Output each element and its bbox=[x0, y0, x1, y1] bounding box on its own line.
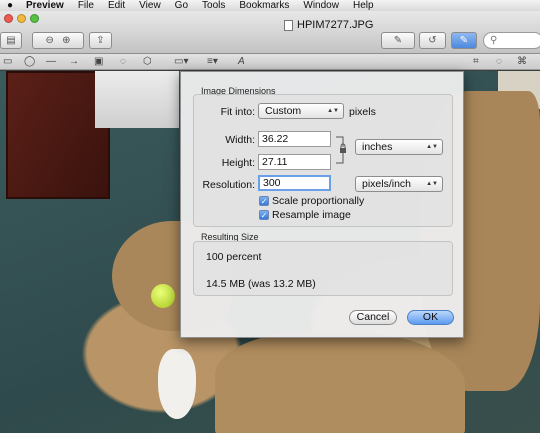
popup-arrows-icon: ▲▼ bbox=[327, 108, 339, 114]
search-icon: ⚲ bbox=[490, 35, 498, 46]
photo-tennis-ball bbox=[151, 284, 175, 308]
scale-proportionally-checkbox[interactable]: ✓ Scale proportionally bbox=[259, 195, 364, 207]
fit-into-unit: pixels bbox=[349, 106, 376, 118]
edit-toolbar-button[interactable]: ✎ bbox=[451, 32, 477, 49]
fit-into-label: Fit into: bbox=[220, 106, 255, 118]
rotate-icon: ↺ bbox=[428, 35, 437, 46]
zoom-window-icon[interactable] bbox=[30, 14, 39, 23]
share-button[interactable]: ⇪ bbox=[89, 32, 112, 49]
annotate-button[interactable]: ✎ bbox=[381, 32, 415, 49]
edit-icon: ✎ bbox=[459, 35, 469, 46]
adjust-size-dialog: Image Dimensions Fit into: Custom ▲▼ pixe… bbox=[180, 71, 464, 338]
menu-edit[interactable]: Edit bbox=[108, 0, 125, 11]
apple-menu-icon[interactable]: ● bbox=[4, 0, 16, 11]
width-field[interactable]: 36.22 bbox=[258, 131, 331, 147]
checkbox-checked-icon[interactable]: ✓ bbox=[259, 196, 269, 206]
minimize-window-icon[interactable] bbox=[17, 14, 26, 23]
height-field[interactable]: 27.11 bbox=[258, 154, 331, 170]
rotate-button[interactable]: ↺ bbox=[419, 32, 446, 49]
edit-toolbar: ▭ ◯ — → ▣ ◌ ⬡ ▭▾ ≡▾ A ⌗ ◌ ⌘ bbox=[0, 54, 540, 70]
font-icon[interactable]: A bbox=[238, 55, 245, 68]
color-picker-icon[interactable]: ▭▾ bbox=[174, 55, 188, 68]
pencil-icon: ✎ bbox=[393, 35, 403, 46]
menu-tools[interactable]: Tools bbox=[202, 0, 225, 11]
search-input[interactable]: ⚲ bbox=[483, 32, 540, 49]
size-unit-popup[interactable]: inches ▲▼ bbox=[355, 139, 443, 155]
zoom-in-icon[interactable]: ⊕ bbox=[62, 35, 70, 46]
text-box-icon[interactable]: ▣ bbox=[94, 55, 103, 68]
rectangle-select-icon[interactable]: ▭ bbox=[3, 55, 12, 68]
ok-button[interactable]: OK bbox=[407, 310, 454, 325]
resolution-field[interactable]: 300 bbox=[258, 175, 331, 191]
photo-cat-paw bbox=[158, 349, 196, 419]
menu-view[interactable]: View bbox=[139, 0, 161, 11]
window-title-text: HPIM7277.JPG bbox=[297, 19, 374, 31]
menu-bar: ● Preview File Edit View Go Tools Bookma… bbox=[0, 0, 540, 11]
photo-pillar bbox=[95, 71, 179, 128]
window-controls bbox=[4, 14, 39, 23]
resample-image-checkbox[interactable]: ✓ Resample image bbox=[259, 209, 351, 221]
file-size-text: 14.5 MB (was 13.2 MB) bbox=[206, 278, 316, 290]
crop-icon[interactable]: ⌗ bbox=[473, 55, 479, 68]
document-icon bbox=[284, 19, 293, 31]
menu-bookmarks[interactable]: Bookmarks bbox=[239, 0, 289, 11]
zoom-out-icon[interactable]: ⊖ bbox=[45, 35, 53, 46]
window-title: HPIM7277.JPG bbox=[284, 19, 373, 31]
resolution-label: Resolution: bbox=[202, 179, 255, 191]
line-icon[interactable]: — bbox=[46, 55, 56, 68]
window-titlebar: HPIM7277.JPG ▤ ⊖ ⊕ ⇪ ✎ ↺ ✎ ⚲ bbox=[0, 11, 540, 54]
popup-arrows-icon: ▲▼ bbox=[426, 181, 438, 187]
shape-icon[interactable]: ⬡ bbox=[143, 55, 152, 68]
menu-go[interactable]: Go bbox=[175, 0, 188, 11]
lasso-select-icon[interactable]: ◌ bbox=[496, 55, 502, 68]
sidebar-toggle-button[interactable]: ▤ bbox=[0, 32, 22, 49]
menu-file[interactable]: File bbox=[78, 0, 94, 11]
checkbox-checked-icon[interactable]: ✓ bbox=[259, 210, 269, 220]
ellipse-select-icon[interactable]: ◯ bbox=[24, 55, 35, 68]
fit-into-popup[interactable]: Custom ▲▼ bbox=[258, 103, 344, 119]
width-label: Width: bbox=[225, 134, 255, 146]
menu-help[interactable]: Help bbox=[353, 0, 374, 11]
arrow-icon[interactable]: → bbox=[69, 55, 79, 68]
cancel-button[interactable]: Cancel bbox=[349, 310, 397, 325]
popup-arrows-icon: ▲▼ bbox=[426, 144, 438, 150]
height-label: Height: bbox=[221, 157, 255, 169]
percent-text: 100 percent bbox=[206, 251, 262, 263]
instant-alpha-icon[interactable]: ⌘ bbox=[517, 55, 527, 68]
zoom-buttons[interactable]: ⊖ ⊕ bbox=[32, 32, 84, 49]
speech-bubble-icon[interactable]: ◌ bbox=[120, 55, 126, 68]
close-window-icon[interactable] bbox=[4, 14, 13, 23]
menu-preview[interactable]: Preview bbox=[26, 0, 64, 11]
share-icon: ⇪ bbox=[96, 35, 105, 46]
resolution-unit-popup[interactable]: pixels/inch ▲▼ bbox=[355, 176, 443, 192]
menu-window[interactable]: Window bbox=[303, 0, 339, 11]
lock-icon[interactable] bbox=[335, 135, 351, 165]
line-width-icon[interactable]: ≡▾ bbox=[207, 55, 218, 68]
photo-paper-bag bbox=[215, 331, 465, 433]
